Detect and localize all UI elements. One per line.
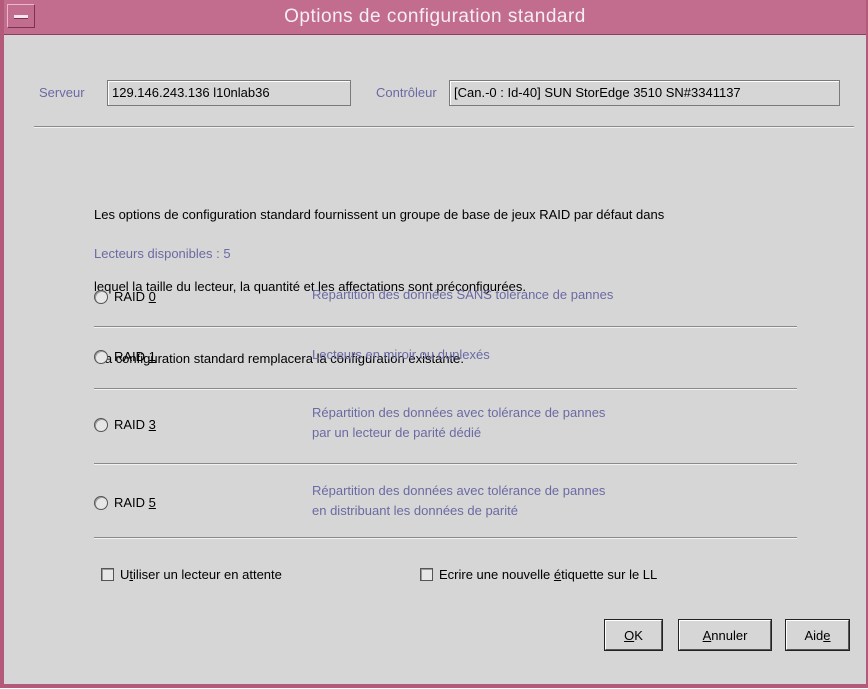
raid-divider: [94, 388, 797, 390]
ok-button[interactable]: OK: [604, 619, 663, 651]
controller-label: Contrôleur: [376, 85, 437, 100]
raid-0-option[interactable]: RAID 0: [94, 289, 156, 304]
raid-1-radio[interactable]: [94, 349, 108, 364]
raid-3-label: RAID 3: [114, 417, 156, 432]
raid-divider: [94, 326, 797, 328]
help-button[interactable]: Aide: [785, 619, 850, 651]
use-standby-drive-label: Utiliser un lecteur en attente: [120, 567, 282, 582]
write-new-label-label: Ecrire une nouvelle étiquette sur le LL: [439, 567, 658, 582]
window-menu-icon: [14, 15, 28, 19]
cancel-button[interactable]: Annuler: [678, 619, 772, 651]
raid-1-label: RAID 1: [114, 349, 156, 364]
raid-0-description: Répartition des données SANS tolérance d…: [312, 287, 614, 302]
write-new-label-option[interactable]: Ecrire une nouvelle étiquette sur le LL: [420, 567, 657, 582]
dialog-content: Serveur 129.146.243.136 l10nlab36 Contrô…: [4, 35, 866, 684]
raid-1-description: Lecteurs en miroir ou duplexés: [312, 347, 490, 362]
window-title: Options de configuration standard: [284, 6, 586, 27]
raid-3-option[interactable]: RAID 3: [94, 417, 156, 432]
available-drives-label: Lecteurs disponibles : 5: [94, 246, 231, 261]
raid-1-option[interactable]: RAID 1: [94, 349, 156, 364]
raid-divider: [94, 537, 797, 539]
raid-divider: [94, 463, 797, 465]
raid-5-description: Répartition des données avec tolérance d…: [312, 483, 606, 518]
raid-5-label: RAID 5: [114, 495, 156, 510]
raid-5-radio[interactable]: [94, 495, 108, 510]
raid-0-label: RAID 0: [114, 289, 156, 304]
controller-field: [Can.-0 : Id-40] SUN StorEdge 3510 SN#33…: [449, 80, 840, 106]
raid-3-radio[interactable]: [94, 417, 108, 432]
raid-3-description: Répartition des données avec tolérance d…: [312, 405, 606, 440]
header-divider: [34, 126, 854, 128]
window-menu-button[interactable]: [7, 4, 35, 28]
raid-0-radio[interactable]: [94, 289, 108, 304]
server-field: 129.146.243.136 l10nlab36: [107, 80, 351, 106]
server-label: Serveur: [39, 85, 85, 100]
raid-5-option[interactable]: RAID 5: [94, 495, 156, 510]
write-new-label-checkbox[interactable]: [420, 568, 433, 581]
config-dialog: Options de configuration standard Serveu…: [0, 0, 868, 688]
use-standby-drive-option[interactable]: Utiliser un lecteur en attente: [101, 567, 282, 582]
title-bar[interactable]: Options de configuration standard: [4, 0, 866, 35]
use-standby-drive-checkbox[interactable]: [101, 568, 114, 581]
description-line-1: Les options de configuration standard fo…: [94, 207, 665, 222]
